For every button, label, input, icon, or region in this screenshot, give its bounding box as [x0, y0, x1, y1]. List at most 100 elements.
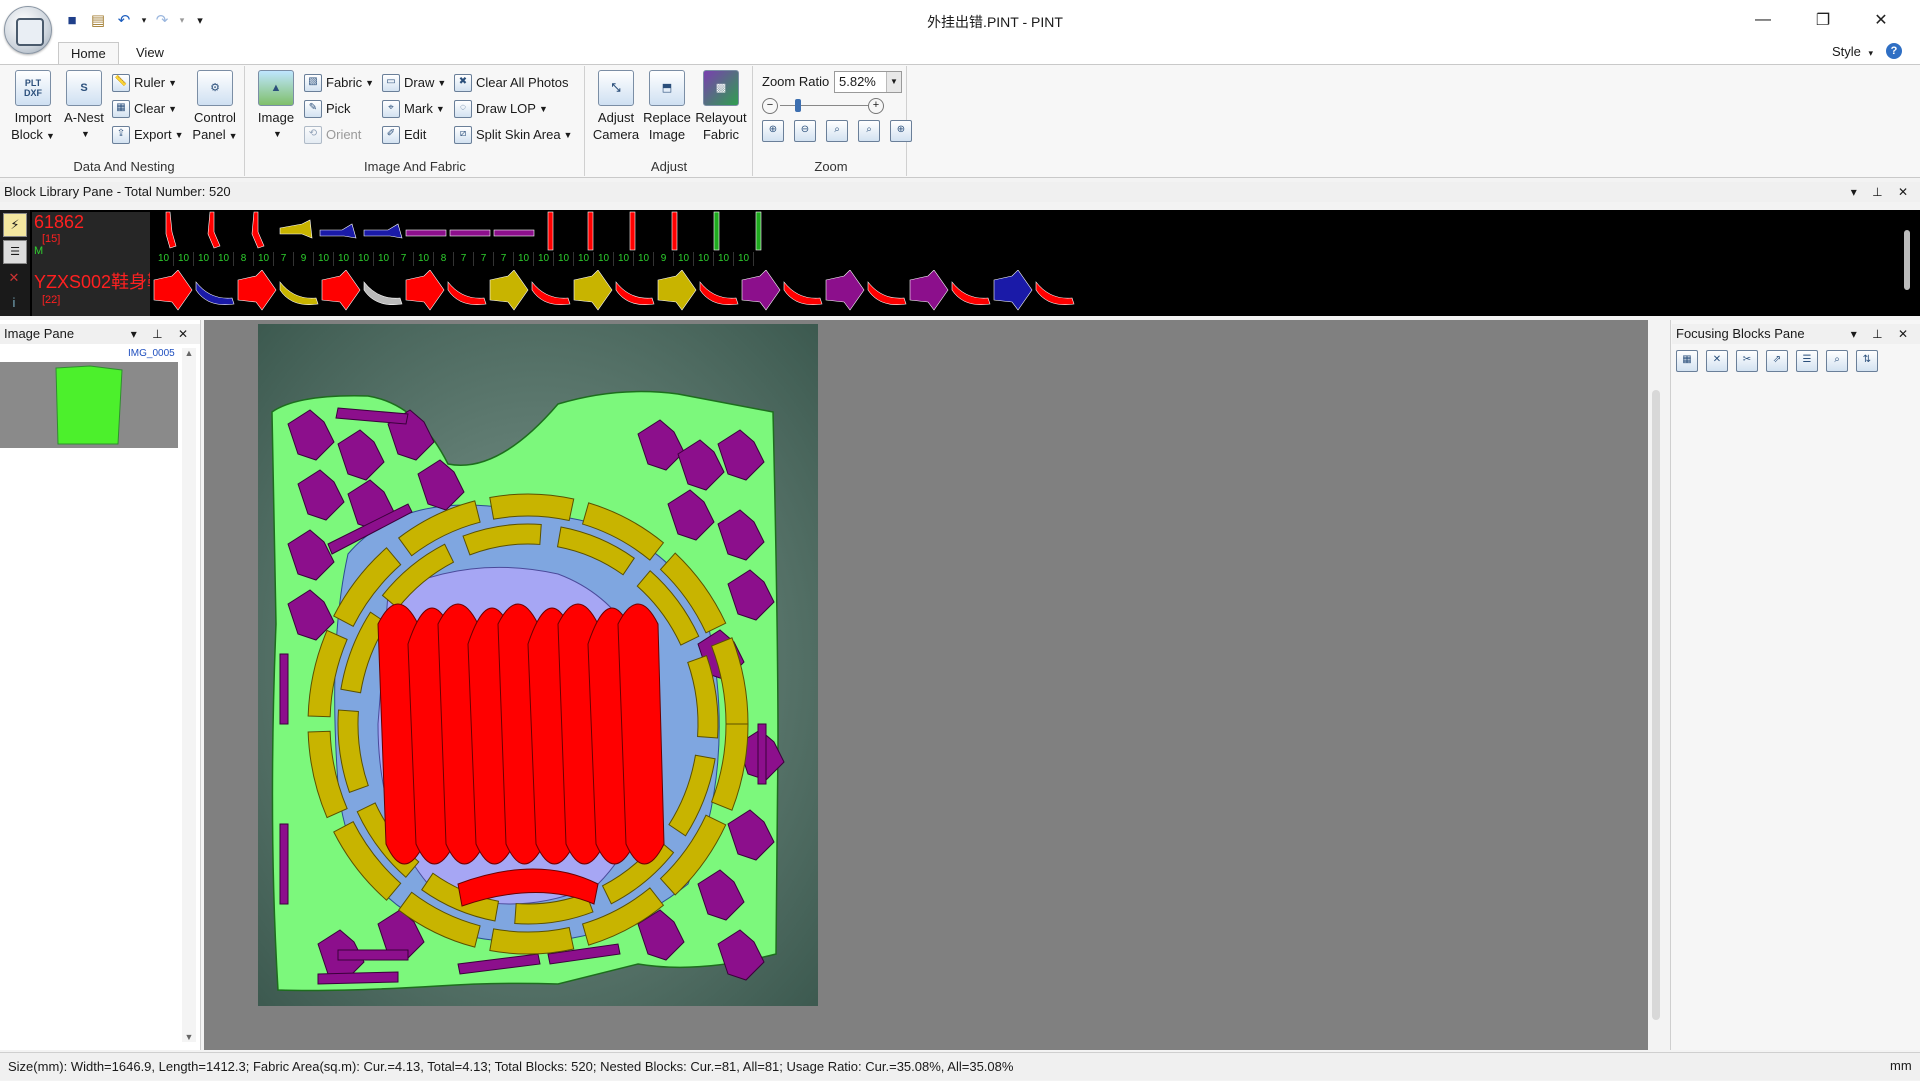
zoom-slider-track[interactable] — [780, 105, 868, 106]
block-count: 10 — [194, 252, 214, 266]
block-group-61862[interactable]: 61862 [15] M — [32, 212, 150, 268]
minimize-button[interactable]: — — [1740, 0, 1786, 40]
group-label: Image And Fabric — [364, 159, 466, 174]
pane-controls[interactable]: ▾ ⊥ ✕ — [1851, 182, 1914, 202]
sort-icon[interactable]: ⇅ — [1856, 350, 1878, 372]
export-icon[interactable]: ⇗ — [1766, 350, 1788, 372]
image-button[interactable]: ▲ Image ▼ — [252, 70, 300, 143]
block-thumbnail — [531, 281, 571, 305]
edit-label: Edit — [404, 127, 427, 142]
block-count: 8 — [434, 252, 454, 266]
control-panel-label-2: Panel ▼ — [192, 127, 238, 142]
relayout-fabric-label-2: Fabric — [702, 127, 740, 142]
replace-image-button[interactable]: ⬒ Replace Image — [640, 70, 694, 143]
help-icon[interactable]: ? — [1886, 43, 1902, 59]
close-button[interactable]: ✕ — [1858, 0, 1904, 40]
block-counts-row-1: 10 10 10 10 8 10 7 9 10 10 10 10 7 10 8 7 7 7 10 10 10 10 10 10… — [154, 252, 754, 266]
block-thumbnail — [993, 270, 1033, 311]
zoom-focus-icon[interactable]: ⌕ — [1826, 350, 1848, 372]
export-button[interactable]: ⇪ Export ▼ — [112, 124, 184, 146]
ruler-button[interactable]: 📏 Ruler ▼ — [112, 72, 177, 94]
restore-button[interactable]: ❐ — [1800, 0, 1846, 40]
list-view-icon[interactable]: ☰ — [3, 240, 27, 264]
block-thumbnail — [909, 270, 949, 311]
group-label: Data And Nesting — [73, 159, 175, 174]
focusing-pane-header: Focusing Blocks Pane ▾ ⊥ ✕ — [1672, 324, 1920, 344]
pane-controls[interactable]: ▾ ⊥ ✕ — [1851, 324, 1914, 344]
clear-all-photos-button[interactable]: ✖ Clear All Photos — [454, 72, 569, 94]
focusing-toolbar: ▦ ✕ ✂ ⇗ ☰ ⌕ ⇅ — [1676, 350, 1882, 372]
info-icon[interactable]: i — [3, 292, 25, 314]
a-nest-button[interactable]: S A-Nest ▼ — [60, 70, 108, 143]
image-label: Image — [257, 110, 295, 125]
style-dropdown-icon: ▾ — [1868, 48, 1874, 58]
filter-icon[interactable]: ☰ — [1796, 350, 1818, 372]
pick-button[interactable]: ✎ Pick — [304, 98, 351, 120]
adjust-camera-button[interactable]: ⤡ Adjust Camera — [590, 70, 642, 143]
block-library-pane[interactable]: ⚡ ☰ ✕ i 61862 [15] M 10 10 10 10 8 10 7 9 10 10 10… — [0, 210, 1920, 316]
application-menu-button[interactable] — [4, 6, 52, 54]
zoom-dropdown-icon[interactable]: ▼ — [886, 72, 901, 92]
tab-view[interactable]: View — [124, 42, 176, 64]
adjust-camera-icon: ⤡ — [598, 70, 634, 106]
block-count: 10 — [574, 252, 594, 266]
canvas-scrollbar[interactable] — [1652, 390, 1660, 1020]
block-thumbnails-row-2[interactable] — [152, 270, 1092, 314]
lightning-icon[interactable]: ⚡ — [3, 213, 27, 237]
zoom-window-icon[interactable]: ⌕ — [858, 120, 880, 142]
grid-icon[interactable]: ▦ — [1676, 350, 1698, 372]
zoom-in-icon[interactable]: ⊕ — [762, 120, 784, 142]
import-block-button[interactable]: PLT DXF Import Block ▼ — [8, 70, 58, 145]
block-group-yzxs002[interactable]: YZXS002鞋身鞋头图 [22] — [32, 268, 150, 316]
tab-home[interactable]: Home — [58, 42, 119, 65]
scroll-down-icon[interactable]: ▼ — [182, 1032, 196, 1042]
image-pane-header: Image Pane ▾ ⊥ ✕ — [0, 324, 200, 344]
clear-button[interactable]: ▦ Clear ▼ — [112, 98, 177, 120]
zoom-out-small-icon[interactable]: − — [762, 98, 778, 114]
group-label: Adjust — [650, 159, 688, 174]
zoom-all-icon[interactable]: ⊕ — [890, 120, 912, 142]
zoom-slider-thumb[interactable] — [794, 99, 801, 112]
thumbnail-fabric-icon — [55, 365, 123, 445]
block-thumbnail — [195, 281, 235, 305]
export-icon: ⇪ — [112, 126, 130, 144]
zoom-in-small-icon[interactable]: + — [868, 98, 884, 114]
fabric-button[interactable]: ▧ Fabric ▼ — [304, 72, 374, 94]
image-thumbnail[interactable] — [0, 362, 178, 448]
draw-lop-button[interactable]: ◌ Draw LOP ▼ — [454, 98, 548, 120]
mark-icon: ⌖ — [382, 100, 400, 118]
block-thumbnail — [699, 281, 739, 305]
zoom-ratio-combo[interactable]: 5.82% ▼ — [834, 71, 902, 93]
nested-piece — [757, 723, 767, 785]
zoom-ratio-label: Zoom Ratio — [762, 74, 830, 89]
block-count: 10 — [414, 252, 434, 266]
export-label: Export — [134, 127, 172, 142]
zoom-out-icon[interactable]: ⊖ — [794, 120, 816, 142]
block-thumbnail — [279, 281, 319, 305]
draw-button[interactable]: ▭ Draw ▼ — [382, 72, 446, 94]
a-nest-icon: S — [66, 70, 102, 106]
orient-button[interactable]: ⟲ Orient — [304, 124, 361, 146]
style-menu[interactable]: Style ▾ — [1832, 44, 1873, 59]
plt-dxf-icon: PLT DXF — [15, 70, 51, 106]
block-thumbnail — [153, 270, 193, 311]
control-panel-button[interactable]: ⚙ Control Panel ▼ — [188, 70, 242, 145]
split-skin-area-button[interactable]: ⧄ Split Skin Area ▼ — [454, 124, 572, 146]
relayout-fabric-button[interactable]: ▩ Relayout Fabric — [692, 70, 750, 143]
block-count: 10 — [634, 252, 654, 266]
scroll-up-icon[interactable]: ▲ — [182, 348, 196, 358]
mark-button[interactable]: ⌖ Mark ▼ — [382, 98, 445, 120]
delete-block-icon[interactable]: ✕ — [3, 267, 25, 289]
pick-icon: ✎ — [304, 100, 322, 118]
delete-icon[interactable]: ✕ — [1706, 350, 1728, 372]
block-library-scrollbar[interactable] — [1904, 230, 1910, 290]
zoom-fit-icon[interactable]: ⌕ — [826, 120, 848, 142]
edit-button[interactable]: ✐ Edit — [382, 124, 426, 146]
fabric-photo[interactable] — [258, 324, 818, 1006]
image-pane-scrollbar[interactable]: ▲ ▼ — [182, 348, 196, 1042]
pane-controls[interactable]: ▾ ⊥ ✕ — [131, 324, 194, 344]
block-thumbnail — [825, 270, 865, 311]
block-thumbnail — [405, 270, 445, 311]
block-group-name: 61862 — [34, 212, 85, 232]
tools-icon[interactable]: ✂ — [1736, 350, 1758, 372]
